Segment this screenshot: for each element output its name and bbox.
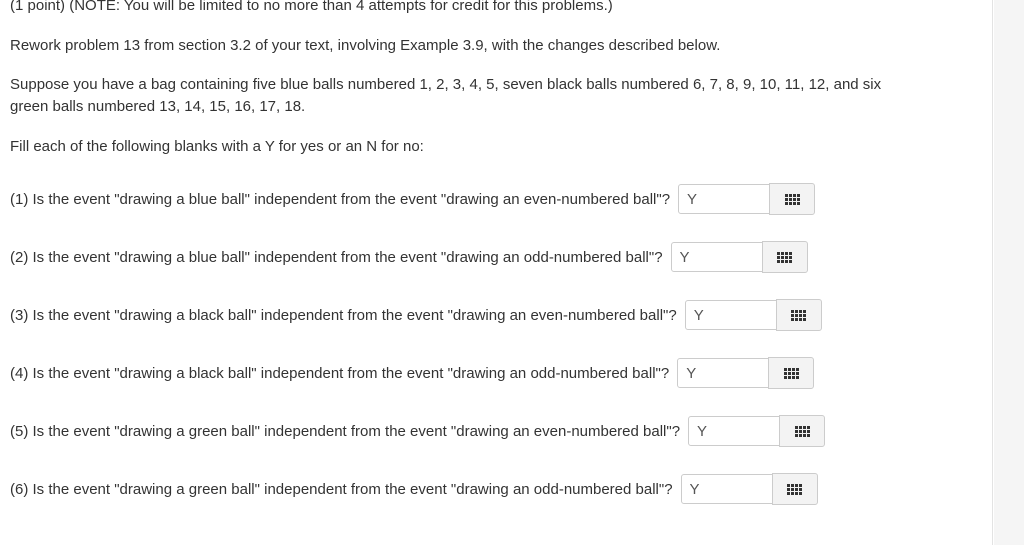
question-1: (1) Is the event "drawing a blue ball" i… [10,183,816,215]
question-4: (4) Is the event "drawing a black ball" … [10,357,815,389]
equation-palette-grid-icon [791,309,807,321]
fill-instructions: Fill each of the following blanks with a… [10,138,424,155]
problem-statement-line-1: Suppose you have a bag containing five b… [10,76,882,93]
question-4-text: (4) Is the event "drawing a black ball" … [10,364,670,382]
equation-palette-grid-icon [784,193,800,205]
question-3-text: (3) Is the event "drawing a black ball" … [10,306,677,324]
equation-palette-grid-icon [787,483,803,495]
question-1-text: (1) Is the event "drawing a blue ball" i… [10,190,671,208]
equation-palette-grid-icon [794,425,810,437]
answer-input-2[interactable] [670,242,763,272]
page-gutter [994,0,1024,545]
problem-panel: (1 point) (NOTE: You will be limited to … [0,0,993,545]
question-6: (6) Is the event "drawing a green ball" … [10,473,818,505]
equation-palette-button-5[interactable] [779,415,826,447]
equation-palette-grid-icon [777,251,793,263]
equation-palette-button-2[interactable] [761,241,808,273]
answer-input-6[interactable] [680,474,773,504]
rework-instruction: Rework problem 13 from section 3.2 of yo… [10,37,721,54]
question-2: (2) Is the event "drawing a blue ball" i… [10,241,808,273]
question-3: (3) Is the event "drawing a black ball" … [10,299,822,331]
answer-input-4[interactable] [677,358,770,388]
question-5: (5) Is the event "drawing a green ball" … [10,415,826,447]
answer-input-1[interactable] [678,184,771,214]
question-6-text: (6) Is the event "drawing a green ball" … [10,480,673,498]
equation-palette-button-6[interactable] [771,473,818,505]
equation-palette-button-3[interactable] [775,299,822,331]
question-2-text: (2) Is the event "drawing a blue ball" i… [10,248,663,266]
answer-input-3[interactable] [684,300,777,330]
points-note: (1 point) (NOTE: You will be limited to … [10,0,613,14]
equation-palette-button-1[interactable] [769,183,816,215]
problem-statement-line-2: green balls numbered 13, 14, 15, 16, 17,… [10,98,306,115]
question-5-text: (5) Is the event "drawing a green ball" … [10,422,681,440]
equation-palette-grid-icon [783,367,799,379]
equation-palette-button-4[interactable] [768,357,815,389]
answer-input-5[interactable] [688,416,781,446]
